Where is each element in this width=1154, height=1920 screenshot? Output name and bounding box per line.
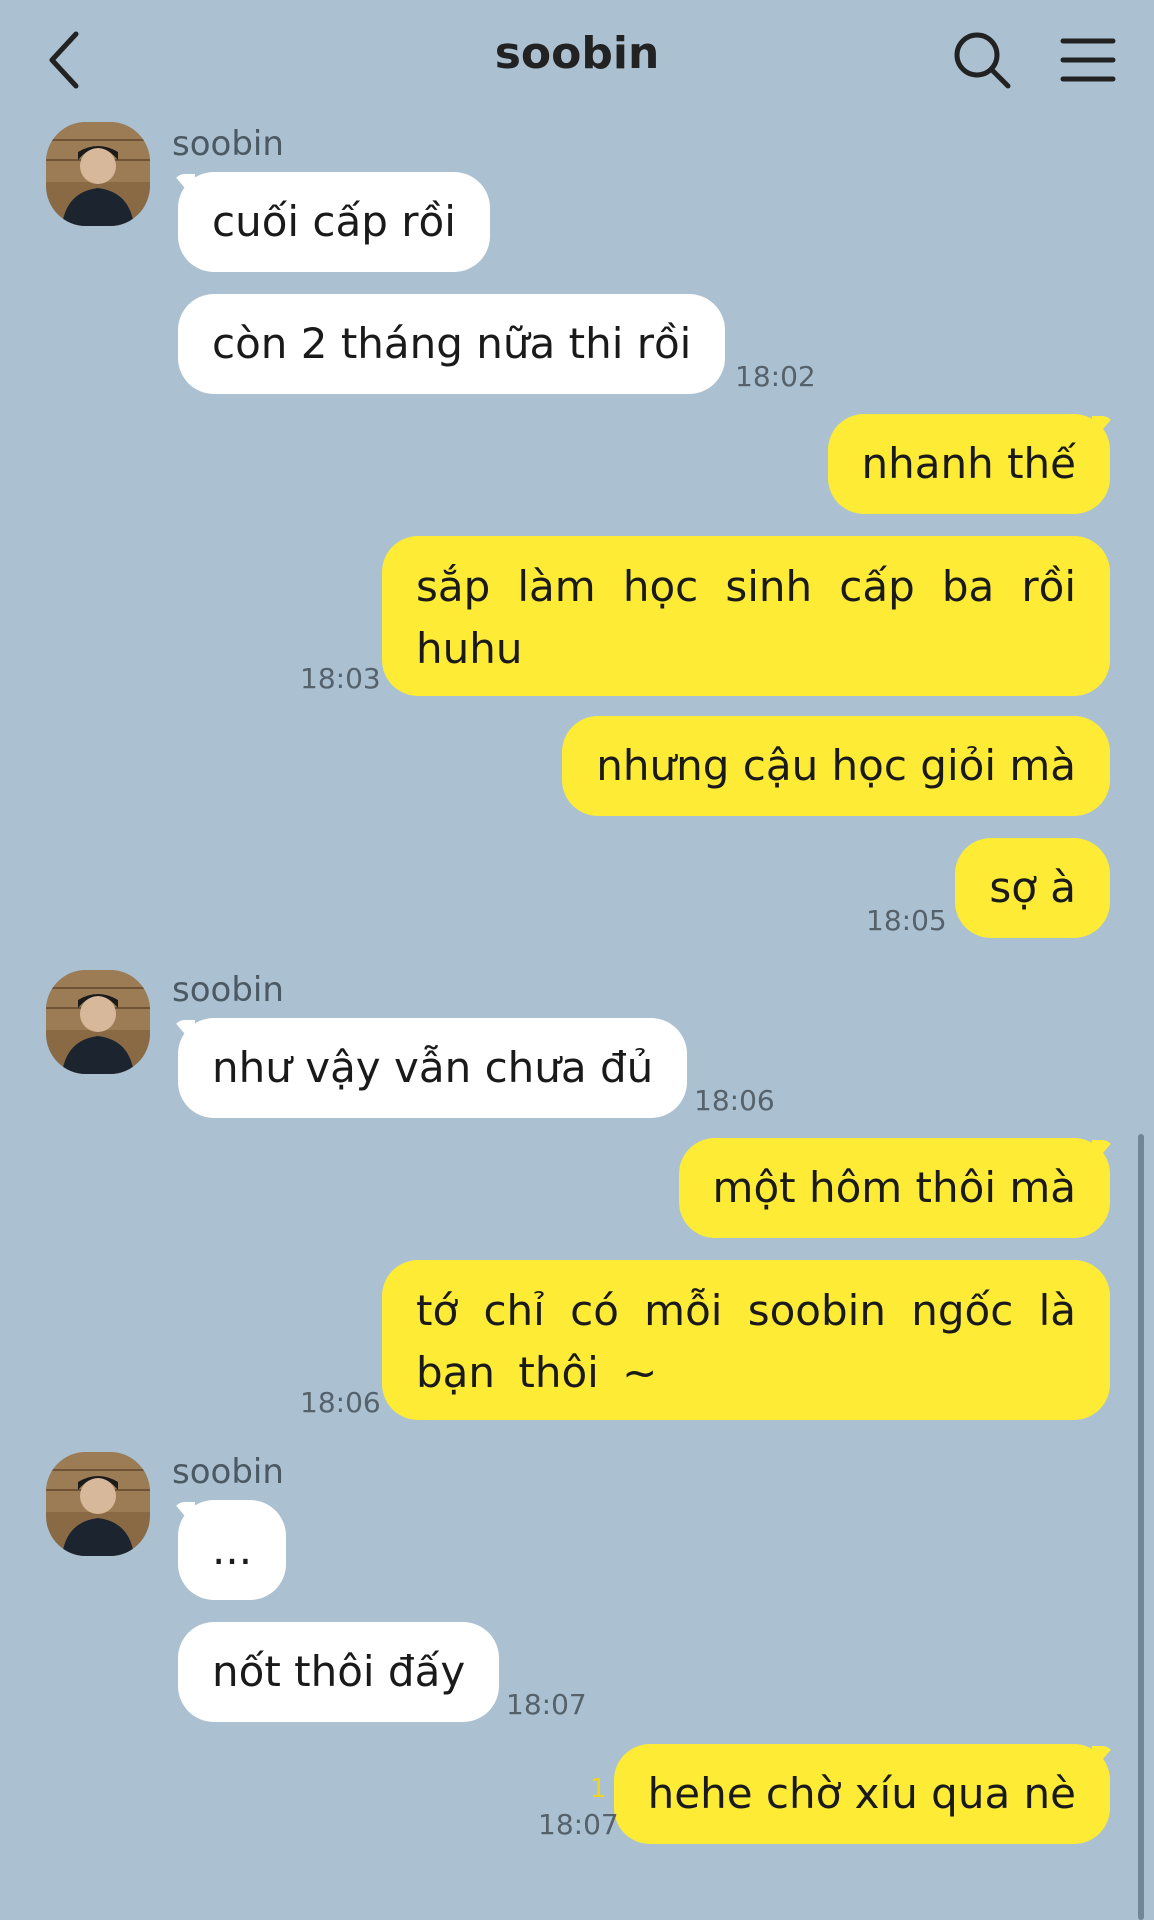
incoming-message[interactable]: nốt thôi đấy <box>178 1622 500 1722</box>
contact-avatar[interactable] <box>46 970 150 1074</box>
message-time: 18:07 <box>506 1688 587 1721</box>
outgoing-message[interactable]: sợ à <box>955 838 1110 938</box>
incoming-message[interactable]: cuối cấp rồi <box>178 172 490 272</box>
message-time: 18:03 <box>300 662 381 695</box>
sender-name: soobin <box>172 1452 284 1492</box>
incoming-message[interactable]: ... <box>178 1500 287 1600</box>
incoming-message[interactable]: còn 2 tháng nữa thi rồi <box>178 294 726 394</box>
search-icon[interactable] <box>952 30 1012 90</box>
chat-header: soobin <box>0 0 1154 120</box>
message-time: 18:06 <box>300 1386 381 1419</box>
hamburger-menu-icon[interactable] <box>1060 36 1116 84</box>
outgoing-message[interactable]: một hôm thôi mà <box>678 1138 1110 1238</box>
unread-count: 1 <box>590 1774 607 1804</box>
sender-name: soobin <box>172 970 284 1010</box>
message-time: 18:07 <box>538 1808 619 1841</box>
outgoing-message[interactable]: hehe chờ xíu qua nè <box>613 1744 1110 1844</box>
outgoing-message[interactable]: nhưng cậu học giỏi mà <box>562 716 1110 816</box>
outgoing-message[interactable]: nhanh thế <box>827 414 1110 514</box>
message-time: 18:02 <box>735 360 816 393</box>
incoming-message[interactable]: như vậy vẫn chưa đủ <box>178 1018 688 1118</box>
contact-avatar[interactable] <box>46 122 150 226</box>
sender-name: soobin <box>172 124 284 164</box>
contact-avatar[interactable] <box>46 1452 150 1556</box>
scrollbar[interactable] <box>1138 1134 1144 1920</box>
outgoing-message[interactable]: sắp làm học sinh cấp ba rồi huhu <box>382 536 1110 696</box>
outgoing-message[interactable]: tớ chỉ có mỗi soobin ngốc là bạn thôi ~ <box>382 1260 1110 1420</box>
message-time: 18:05 <box>866 904 947 937</box>
message-time: 18:06 <box>694 1084 775 1117</box>
